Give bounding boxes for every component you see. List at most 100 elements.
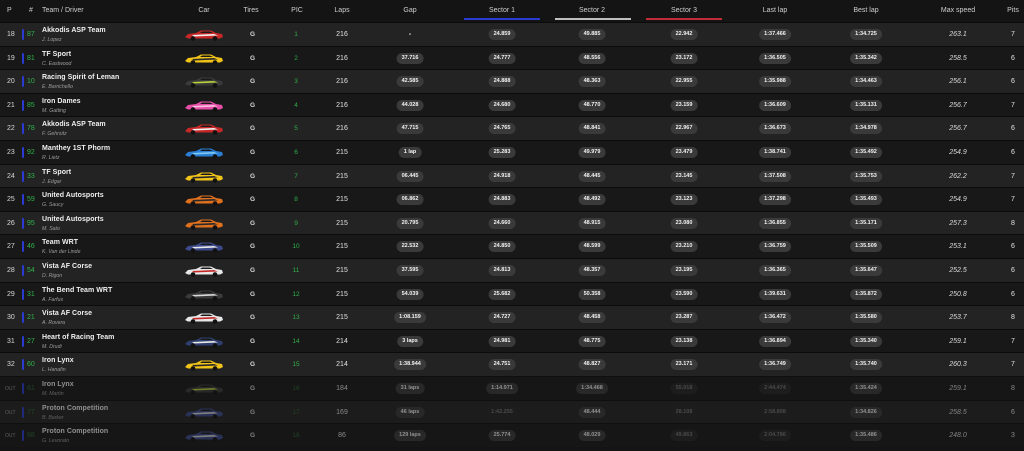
driver-name[interactable]: G. Levorato	[42, 438, 69, 444]
tire-compound: G	[250, 432, 256, 440]
col-laps[interactable]: Laps	[334, 7, 349, 14]
driver-name[interactable]: D. Rigon	[42, 273, 62, 279]
driver-name[interactable]: C. Eastwood	[42, 61, 71, 67]
driver-name[interactable]: E. Barrichello	[42, 84, 73, 90]
team-name[interactable]: Iron Dames	[42, 98, 81, 105]
driver-name[interactable]: M. Drudi	[42, 344, 62, 350]
team-name[interactable]: Iron Lynx	[42, 357, 74, 364]
col-sector1[interactable]: Sector 1	[489, 7, 515, 14]
team-name[interactable]: Akkodis ASP Team	[42, 121, 106, 128]
driver-name[interactable]: M. Gatting	[42, 108, 66, 114]
driver-name[interactable]: J. Edgar	[42, 179, 61, 185]
table-row[interactable]: OUT 61 Iron Lynx M. Martin G 16 184 31 laps 1:14…	[0, 376, 1024, 400]
table-row[interactable]: 20 10 Racing Spirit of Leman E. Barrichello…	[0, 69, 1024, 93]
col-team-driver[interactable]: Team / Driver	[42, 7, 84, 14]
sector1-time: 24.777	[488, 52, 516, 64]
team-name[interactable]: Manthey 1ST Phorm	[42, 145, 110, 152]
sector3-color-bar	[646, 18, 722, 20]
col-best-lap[interactable]: Best lap	[853, 7, 878, 14]
table-row[interactable]: 23 92 Manthey 1ST Phorm R. Lietz G 6 215 1 lap 2…	[0, 140, 1024, 164]
col-pits[interactable]: Pits	[1007, 7, 1019, 14]
col-pic[interactable]: PIC	[291, 7, 303, 14]
tire-compound: G	[250, 196, 256, 204]
table-row[interactable]: 26 95 United Autosports M. Sato G 9 215 20.795 2…	[0, 210, 1024, 235]
last-lap-time: 2:44.474	[759, 383, 791, 394]
class-color-strip	[22, 288, 24, 300]
driver-name[interactable]: J. Lopez	[42, 37, 62, 43]
table-row[interactable]: 25 59 United Autosports G. Saucy G 8 215 06.862…	[0, 187, 1024, 211]
sector1-time: 24.765	[488, 123, 516, 135]
driver-name[interactable]: B. Barker	[42, 415, 64, 421]
driver-name[interactable]: L. Hanafin	[42, 367, 66, 373]
col-last-lap[interactable]: Last lap	[763, 7, 788, 14]
sector2-time: 48.599	[578, 241, 606, 253]
team-name[interactable]: United Autosports	[42, 192, 104, 199]
col-sector3[interactable]: Sector 3	[671, 7, 697, 14]
results-table: P # Team / Driver Car Tires PIC Laps Gap…	[0, 0, 1024, 451]
class-color-strip	[22, 335, 24, 347]
team-name[interactable]: Racing Spirit of Leman	[42, 74, 119, 81]
sector3-time: 22.942	[670, 29, 698, 40]
best-lap-time: 1:34.978	[850, 123, 882, 135]
table-row[interactable]: 19 81 TF Sport C. Eastwood G 2 216 37.716 24.777…	[0, 45, 1024, 70]
col-tires[interactable]: Tires	[243, 7, 258, 14]
car-livery-icon	[185, 384, 223, 395]
max-speed: 256.7	[949, 125, 967, 133]
team-name[interactable]: Vista AF Corse	[42, 310, 92, 317]
col-max-speed[interactable]: Max speed	[941, 7, 975, 14]
sector2-time: 48.770	[578, 99, 606, 111]
driver-name[interactable]: M. Sato	[42, 226, 60, 232]
team-name[interactable]: Heart of Racing Team	[42, 334, 114, 341]
last-lap-time: 1:35.988	[759, 76, 791, 88]
col-gap[interactable]: Gap	[403, 7, 416, 14]
driver-name[interactable]: A. Farfus	[42, 297, 63, 303]
driver-name[interactable]: R. Lietz	[42, 155, 60, 161]
col-number[interactable]: #	[29, 7, 33, 14]
best-lap-time: 1:35.872	[850, 288, 882, 300]
car-number: 33	[27, 172, 35, 180]
col-car[interactable]: Car	[198, 7, 209, 14]
position-in-class: 11	[292, 267, 300, 274]
table-row[interactable]: OUT 77 Proton Competition B. Barker G 17 169 46…	[0, 399, 1024, 424]
table-row[interactable]: 32 60 Iron Lynx L. Hanafin G 15 214 1:38.944 24.…	[0, 352, 1024, 376]
driver-name[interactable]: M. Martin	[42, 391, 64, 397]
team-name[interactable]: The Bend Team WRT	[42, 287, 112, 294]
sector3-time: 23.080	[670, 217, 698, 229]
car-livery-icon	[185, 30, 223, 41]
position-label: 28	[7, 267, 15, 274]
driver-name[interactable]: G. Saucy	[42, 202, 63, 208]
gap-pill: 1:08.159	[394, 312, 426, 324]
laps-count: 169	[336, 408, 348, 416]
driver-name[interactable]: K. Van der Linde	[42, 249, 80, 255]
sector3-time: 23.145	[670, 170, 698, 182]
team-name[interactable]: TF Sport	[42, 51, 71, 58]
table-row[interactable]: 22 78 Akkodis ASP Team F. Gehrsitz G 5 216 47.7…	[0, 116, 1024, 140]
car-number: 60	[27, 361, 35, 369]
driver-name[interactable]: F. Gehrsitz	[42, 131, 67, 137]
driver-name[interactable]: A. Rovera	[42, 320, 65, 326]
class-color-strip	[22, 99, 24, 111]
team-name[interactable]: TF Sport	[42, 169, 71, 176]
table-row[interactable]: 27 46 Team WRT K. Van der Linde G 10 215 22.532…	[0, 234, 1024, 258]
table-row[interactable]: 18 87 Akkodis ASP Team J. Lopez G 1 216 - 24.859…	[0, 22, 1024, 46]
table-row[interactable]: 24 33 TF Sport J. Edgar G 7 215 06.445 24.918 48.…	[0, 163, 1024, 188]
team-name[interactable]: Proton Competition	[42, 428, 108, 435]
table-row[interactable]: 21 85 Iron Dames M. Gatting G 4 216 44.028 24.68…	[0, 92, 1024, 117]
team-name[interactable]: United Autosports	[42, 216, 104, 223]
team-name[interactable]: Iron Lynx	[42, 381, 74, 388]
team-name[interactable]: Akkodis ASP Team	[42, 27, 106, 34]
car-number: 21	[27, 314, 35, 322]
table-row[interactable]: 28 54 Vista AF Corse D. Rigon G 11 215 37.595 24…	[0, 258, 1024, 282]
col-position[interactable]: P	[7, 7, 12, 14]
col-sector2[interactable]: Sector 2	[579, 7, 605, 14]
team-name[interactable]: Team WRT	[42, 239, 78, 246]
table-row[interactable]: 29 31 The Bend Team WRT A. Farfus G 12 215 54.0…	[0, 281, 1024, 306]
team-name[interactable]: Proton Competition	[42, 405, 108, 412]
pit-stops: 6	[1011, 149, 1015, 156]
sector2-time: 48.363	[578, 76, 606, 88]
table-row[interactable]: 31 27 Heart of Racing Team M. Drudi G 14 214 3 …	[0, 328, 1024, 353]
table-row[interactable]: OUT 88 Proton Competition G. Levorato G 18 86 1…	[0, 423, 1024, 447]
sector3-time: 55.018	[670, 383, 698, 394]
table-row[interactable]: 30 21 Vista AF Corse A. Rovera G 13 215 1:08.15…	[0, 305, 1024, 329]
team-name[interactable]: Vista AF Corse	[42, 263, 92, 270]
